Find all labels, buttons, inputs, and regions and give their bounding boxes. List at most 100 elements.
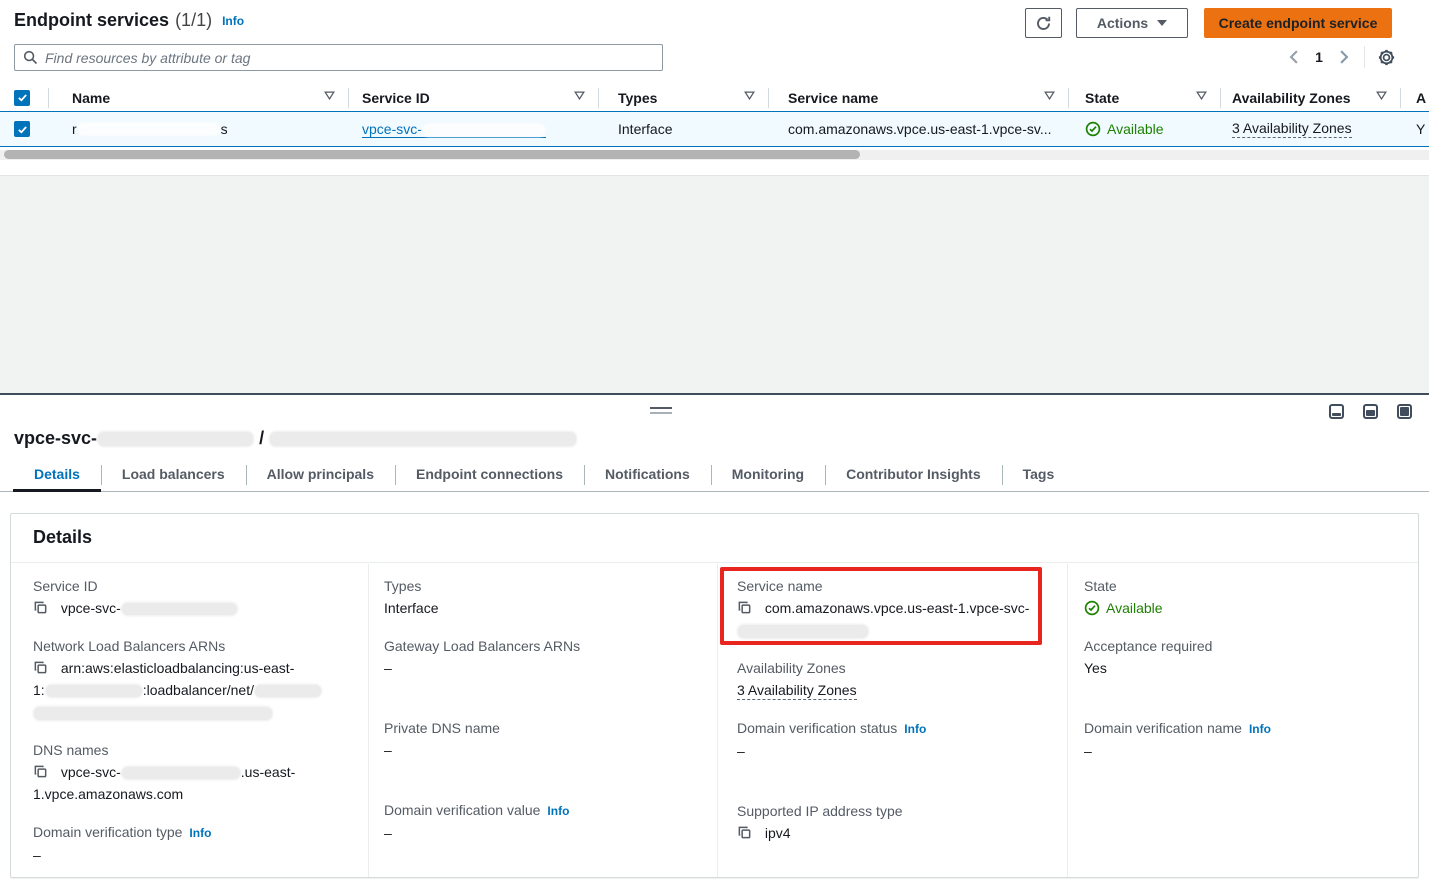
field-label: Types [384,575,717,597]
tab-allow-principals[interactable]: Allow principals [246,459,395,491]
field-types: Types Interface [384,575,717,619]
panel-drag-handle[interactable] [650,407,672,414]
availability-zones-link[interactable]: 3 Availability Zones [1232,120,1352,138]
row-types-value: Interface [618,121,672,137]
column-header-state[interactable]: State [1068,84,1220,111]
empty-background [0,175,1429,393]
row-partial-cell: Y [1400,112,1429,146]
arn-line2-prefix: 1: [33,682,45,698]
state-label: Available [1106,597,1163,619]
column-header-service-id[interactable]: Service ID [348,84,598,111]
column-label: Types [618,90,657,106]
sort-icon[interactable] [744,91,755,100]
table-header-row: Name Service ID Types Service name State… [0,84,1429,111]
field-state: State Available [1084,575,1410,619]
field-label: Domain verification nameInfo [1084,717,1410,740]
actions-button[interactable]: Actions [1076,8,1188,38]
field-label-text: Domain verification status [737,720,897,736]
copy-icon[interactable] [33,764,48,779]
redacted-dns [122,767,240,779]
dns-prefix: vpce-svc- [61,764,121,780]
sort-icon[interactable] [1044,91,1055,100]
column-header-name[interactable]: Name [48,84,348,111]
state-label: Available [1107,121,1164,137]
search-input[interactable] [45,50,654,66]
row-types-cell: Interface [598,112,768,146]
select-all-checkbox[interactable] [14,90,30,106]
field-domain-verification-type: Domain verification typeInfo – [33,821,368,866]
tab-endpoint-connections[interactable]: Endpoint connections [395,459,584,491]
field-value: – [384,822,717,844]
panel-split-icon[interactable] [1363,404,1378,419]
column-header-types[interactable]: Types [598,84,768,111]
copy-icon[interactable] [737,600,752,615]
service-id-link[interactable]: vpce-svc- [362,121,546,138]
status-available-icon [1085,121,1101,137]
details-columns: Service ID vpce-svc- Network Load Balanc… [11,564,1418,877]
row-acceptance-partial: Y [1416,121,1425,137]
sort-icon[interactable] [324,91,335,100]
service-id-prefix: vpce-svc- [362,121,422,137]
field-availability-zones: Availability Zones 3 Availability Zones [737,657,1067,701]
page-number[interactable]: 1 [1306,49,1332,65]
column-label: Availability Zones [1232,90,1351,106]
chevron-right-icon[interactable] [1332,45,1356,69]
field-value: – [384,739,717,761]
settings-gear-icon[interactable] [1373,45,1399,69]
column-label: Service name [788,90,878,106]
create-endpoint-service-label: Create endpoint service [1219,15,1378,31]
row-name-cell: rs [48,112,348,146]
column-header-availability-zones[interactable]: Availability Zones [1220,84,1400,111]
panel-title-prefix: vpce-svc- [14,428,97,448]
info-link[interactable]: Info [189,826,211,840]
info-link[interactable]: Info [1249,722,1271,736]
panel-collapse-icon[interactable] [1329,404,1344,419]
tab-details[interactable]: Details [13,459,101,491]
redacted-name [78,123,220,135]
info-link[interactable]: Info [904,722,926,736]
tab-load-balancers[interactable]: Load balancers [101,459,246,491]
search-box[interactable] [14,44,663,71]
sort-icon[interactable] [1196,91,1207,100]
create-endpoint-service-button[interactable]: Create endpoint service [1204,8,1392,38]
field-label: Service name [737,575,1067,597]
details-column-2: Types Interface Gateway Load Balancers A… [368,564,717,877]
field-value: Yes [1084,657,1410,679]
chevron-left-icon[interactable] [1282,45,1306,69]
service-name-line2 [737,619,1067,641]
supported-ip-value: ipv4 [765,825,791,841]
tab-notifications[interactable]: Notifications [584,459,711,491]
info-link[interactable]: Info [547,804,569,818]
horizontal-scrollbar-thumb[interactable] [4,150,860,159]
table-row[interactable]: rs vpce-svc- Interface com.amazonaws.vpc… [0,111,1429,147]
tab-contributor-insights[interactable]: Contributor Insights [825,459,1002,491]
column-label: State [1085,90,1119,106]
tab-tags[interactable]: Tags [1002,459,1076,491]
redacted-service-id-value [122,603,237,615]
row-checkbox[interactable] [14,121,30,137]
copy-icon[interactable] [737,825,752,840]
field-label: Domain verification valueInfo [384,799,717,822]
row-service-id-cell: vpce-svc- [348,112,598,146]
tab-label: Load balancers [122,466,225,482]
sort-icon[interactable] [1376,91,1387,100]
panel-maximize-icon[interactable] [1397,404,1412,419]
row-name-suffix: s [221,121,228,137]
copy-icon[interactable] [33,660,48,675]
column-label: Service ID [362,90,430,106]
refresh-button[interactable] [1025,8,1062,38]
field-label: Service ID [33,575,368,597]
details-column-1: Service ID vpce-svc- Network Load Balanc… [11,564,368,877]
redacted-arn-line [34,707,272,720]
copy-icon[interactable] [33,600,48,615]
availability-zones-link[interactable]: 3 Availability Zones [737,682,857,700]
column-header-service-name[interactable]: Service name [768,84,1068,111]
redacted-title-id [98,432,253,446]
pagination: 1 [1282,44,1399,70]
sort-icon[interactable] [574,91,585,100]
tab-monitoring[interactable]: Monitoring [711,459,825,491]
split-panel: vpce-svc- / Details Load balancers Allow… [0,393,1429,886]
tab-label: Contributor Insights [846,466,981,482]
header-info-link[interactable]: Info [222,14,244,28]
pager-divider [1364,46,1365,68]
